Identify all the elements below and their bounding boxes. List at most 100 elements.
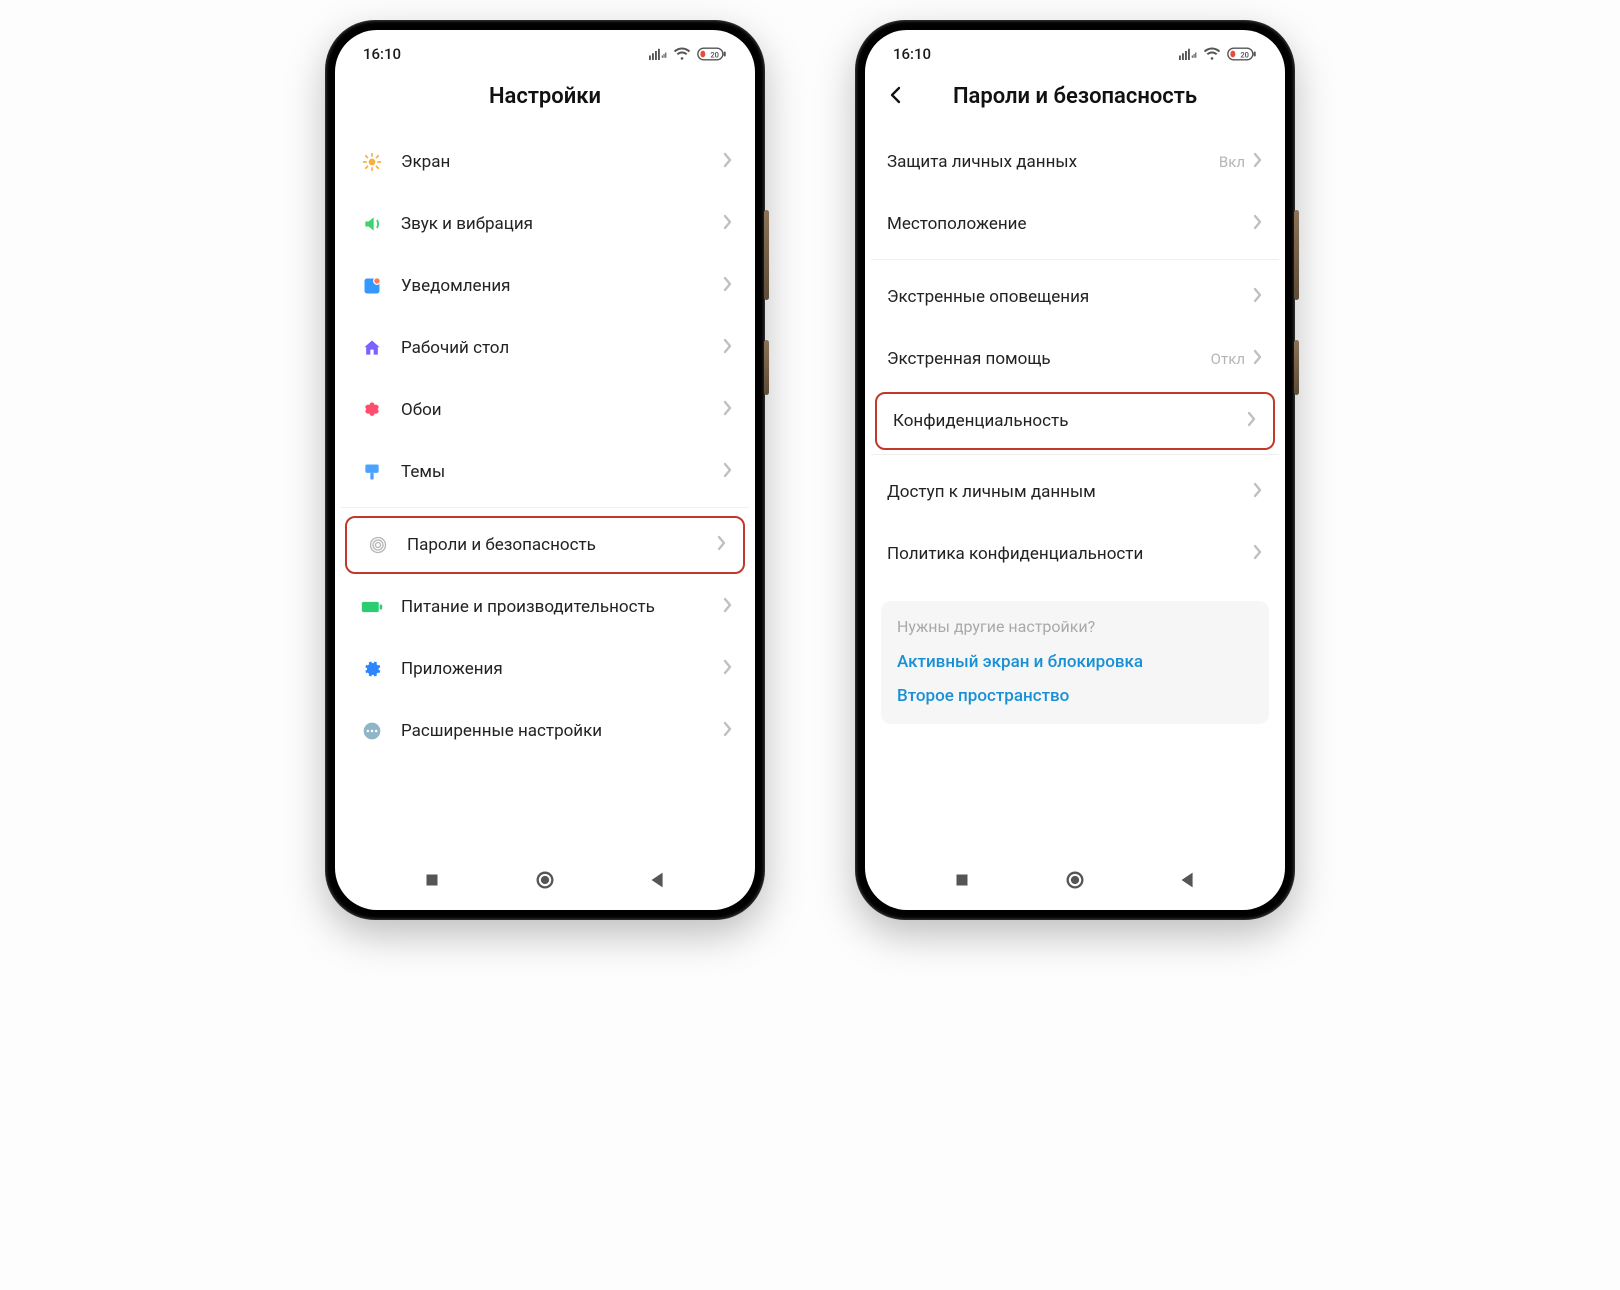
nav-back-button[interactable]: [1177, 869, 1199, 891]
row-confidentiality[interactable]: Конфиденциальность: [875, 392, 1275, 450]
signal-icon: [1179, 47, 1197, 61]
power-button[interactable]: [764, 340, 769, 395]
row-label: Темы: [401, 462, 723, 482]
row-label: Защита личных данных: [887, 152, 1219, 172]
row-wallpaper[interactable]: Обои: [341, 379, 749, 441]
row-label: Доступ к личным данным: [887, 482, 1253, 502]
row-themes[interactable]: Темы: [341, 441, 749, 503]
section-display: Экран Звук и вибрация Уведомления: [341, 131, 749, 503]
status-time: 16:10: [893, 45, 931, 63]
row-advanced[interactable]: Расширенные настройки: [341, 700, 749, 762]
row-display[interactable]: Экран: [341, 131, 749, 193]
row-battery-perf[interactable]: Питание и производительность: [341, 576, 749, 638]
status-bar: 16:10 20: [865, 30, 1285, 78]
chevron-right-icon: [1253, 544, 1263, 564]
row-passwords-security[interactable]: Пароли и безопасность: [345, 516, 745, 574]
chevron-right-icon: [723, 214, 733, 234]
chevron-right-icon: [723, 462, 733, 482]
chevron-right-icon: [1247, 411, 1257, 431]
svg-text:20: 20: [1240, 50, 1249, 59]
row-label: Местоположение: [887, 214, 1253, 234]
row-value: Откл: [1211, 350, 1245, 368]
brush-icon: [357, 462, 387, 482]
speaker-icon: [357, 214, 387, 234]
wifi-icon: [673, 47, 691, 61]
screen-left: 16:10 20 Настройки: [335, 30, 755, 910]
navigation-bar: [865, 854, 1285, 910]
navigation-bar: [335, 854, 755, 910]
suggestion-link-lockscreen[interactable]: Активный экран и блокировка: [897, 652, 1253, 672]
dots-icon: [357, 721, 387, 741]
flower-icon: [357, 400, 387, 420]
battery-icon: 20: [1227, 47, 1257, 61]
row-label: Экран: [401, 152, 723, 172]
chevron-right-icon: [723, 659, 733, 679]
chevron-right-icon: [1253, 214, 1263, 234]
nav-recent-button[interactable]: [951, 869, 973, 891]
row-label: Питание и производительность: [401, 597, 723, 617]
row-label: Обои: [401, 400, 723, 420]
row-label: Политика конфиденциальности: [887, 544, 1253, 564]
suggestion-link-second-space[interactable]: Второе пространство: [897, 686, 1253, 706]
chevron-right-icon: [723, 338, 733, 358]
page-title: Настройки: [489, 84, 601, 109]
wifi-icon: [1203, 47, 1221, 61]
row-value: Вкл: [1219, 153, 1245, 171]
security-list: Защита личных данных Вкл Местоположение …: [865, 131, 1285, 854]
row-label: Пароли и безопасность: [407, 535, 717, 555]
page-title: Пароли и безопасность: [953, 84, 1197, 109]
row-label: Уведомления: [401, 276, 723, 296]
nav-home-button[interactable]: [534, 869, 556, 891]
volume-rocker[interactable]: [1294, 210, 1299, 300]
suggestions-card: Нужны другие настройки? Активный экран и…: [881, 601, 1269, 724]
row-apps[interactable]: Приложения: [341, 638, 749, 700]
row-label: Экстренные оповещения: [887, 287, 1253, 307]
status-icons: 20: [649, 47, 727, 61]
header: Настройки: [335, 78, 755, 131]
section-privacy-basic: Защита личных данных Вкл Местоположение: [871, 131, 1279, 255]
gear-icon: [357, 659, 387, 679]
chevron-right-icon: [723, 276, 733, 296]
row-sound[interactable]: Звук и вибрация: [341, 193, 749, 255]
section-emergency: Экстренные оповещения Экстренная помощь …: [871, 259, 1279, 450]
sun-icon: [357, 152, 387, 172]
chevron-right-icon: [1253, 152, 1263, 172]
status-icons: 20: [1179, 47, 1257, 61]
notification-icon: [357, 276, 387, 296]
settings-list: Экран Звук и вибрация Уведомления: [335, 131, 755, 854]
screen-right: 16:10 20 Пароли и безопасность: [865, 30, 1285, 910]
row-label: Конфиденциальность: [893, 411, 1247, 431]
nav-home-button[interactable]: [1064, 869, 1086, 891]
back-button[interactable]: [887, 86, 905, 104]
power-button[interactable]: [1294, 340, 1299, 395]
section-system: Пароли и безопасность Питание и производ…: [341, 507, 749, 762]
chevron-right-icon: [723, 597, 733, 617]
signal-icon: [649, 47, 667, 61]
chevron-right-icon: [723, 721, 733, 741]
row-location[interactable]: Местоположение: [871, 193, 1279, 255]
row-home[interactable]: Рабочий стол: [341, 317, 749, 379]
row-emergency-alerts[interactable]: Экстренные оповещения: [871, 266, 1279, 328]
chevron-right-icon: [717, 535, 727, 555]
fingerprint-icon: [363, 535, 393, 555]
status-bar: 16:10 20: [335, 30, 755, 78]
volume-rocker[interactable]: [764, 210, 769, 300]
row-label: Приложения: [401, 659, 723, 679]
battery-icon: [357, 600, 387, 614]
nav-back-button[interactable]: [647, 869, 669, 891]
chevron-right-icon: [1253, 349, 1263, 369]
row-privacy-policy[interactable]: Политика конфиденциальности: [871, 523, 1279, 585]
row-label: Экстренная помощь: [887, 349, 1211, 369]
row-notifications[interactable]: Уведомления: [341, 255, 749, 317]
phone-right: 16:10 20 Пароли и безопасность: [855, 20, 1295, 920]
nav-recent-button[interactable]: [421, 869, 443, 891]
row-label: Рабочий стол: [401, 338, 723, 358]
chevron-right-icon: [1253, 287, 1263, 307]
status-time: 16:10: [363, 45, 401, 63]
home-icon: [357, 338, 387, 358]
chevron-right-icon: [723, 152, 733, 172]
suggestions-heading: Нужны другие настройки?: [897, 617, 1253, 636]
row-emergency-sos[interactable]: Экстренная помощь Откл: [871, 328, 1279, 390]
row-personal-data-access[interactable]: Доступ к личным данным: [871, 461, 1279, 523]
row-privacy-protection[interactable]: Защита личных данных Вкл: [871, 131, 1279, 193]
